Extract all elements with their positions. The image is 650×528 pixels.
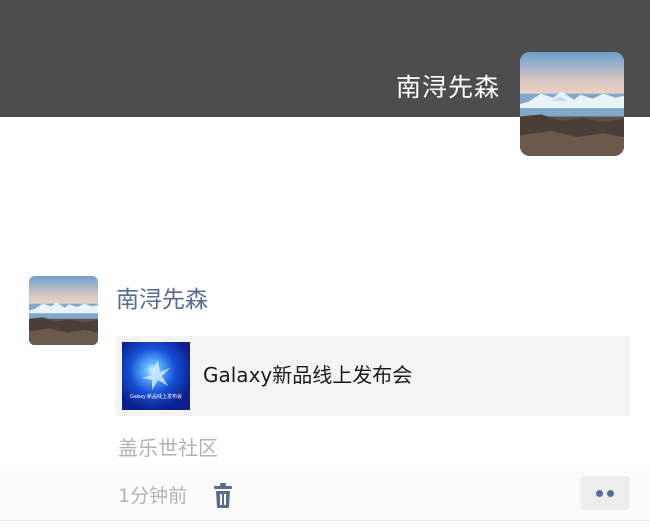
delete-post-button[interactable]	[210, 482, 236, 510]
divider	[0, 520, 650, 521]
post-author-name[interactable]: 南浔先森	[116, 284, 208, 316]
trash-icon	[214, 483, 232, 508]
shared-link-card[interactable]: Galaxy 新品线上发布会 Galaxy新品线上发布会	[116, 336, 630, 416]
galaxy-event-thumbnail: Galaxy 新品线上发布会	[122, 342, 190, 410]
link-thumbnail: Galaxy 新品线上发布会	[122, 342, 190, 410]
more-dots-icon	[596, 490, 603, 497]
post-timestamp: 1分钟前	[118, 485, 188, 507]
svg-text:Galaxy 新品线上发布会: Galaxy 新品线上发布会	[130, 393, 182, 400]
cover-username[interactable]: 南浔先森	[396, 71, 500, 105]
more-dots-icon	[607, 490, 614, 497]
post-avatar[interactable]	[29, 276, 98, 345]
link-card-title: Galaxy新品线上发布会	[203, 363, 413, 387]
iceberg-landscape-image	[29, 276, 98, 345]
more-actions-button[interactable]	[580, 476, 630, 510]
cover-avatar[interactable]	[520, 52, 624, 156]
post-source-label[interactable]: 盖乐世社区	[118, 434, 218, 462]
iceberg-landscape-image	[520, 52, 624, 156]
